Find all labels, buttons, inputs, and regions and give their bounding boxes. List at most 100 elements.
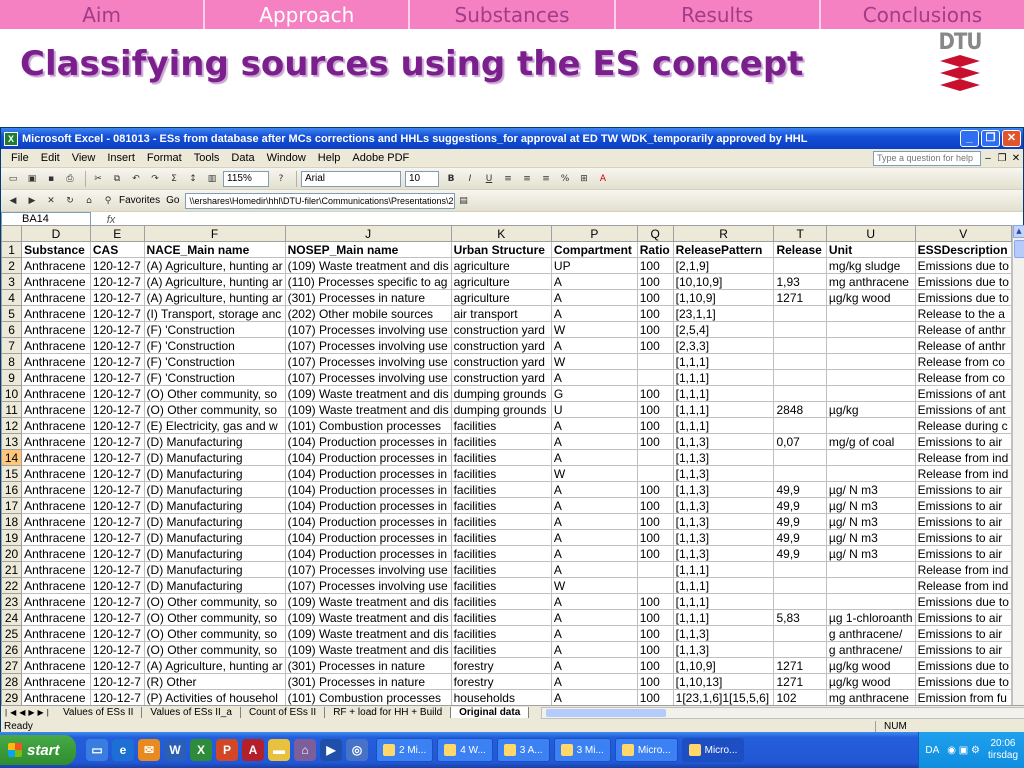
table-cell[interactable]: (A) Agriculture, hunting ar xyxy=(143,289,286,306)
table-cell[interactable]: 5,83 xyxy=(773,609,827,626)
table-cell[interactable]: 1271 xyxy=(773,673,827,690)
table-cell[interactable]: Anthracene xyxy=(21,593,91,610)
table-cell[interactable] xyxy=(825,593,916,610)
table-cell[interactable] xyxy=(773,369,827,386)
row-header[interactable]: 1 xyxy=(1,241,23,258)
table-cell[interactable]: Emissions due to xyxy=(914,593,1012,610)
table-cell[interactable]: Anthracene xyxy=(21,273,91,290)
clock[interactable]: 20:06 tirsdag xyxy=(988,738,1018,762)
table-cell[interactable] xyxy=(636,449,674,466)
sort-icon[interactable]: ↕ xyxy=(185,171,201,187)
table-cell[interactable]: [1,1,3] xyxy=(672,513,775,530)
header-cell[interactable]: Unit xyxy=(825,241,916,258)
table-cell[interactable]: facilities xyxy=(450,417,552,434)
table-cell[interactable]: facilities xyxy=(450,449,552,466)
row-header[interactable]: 6 xyxy=(1,321,23,338)
table-cell[interactable]: A xyxy=(550,497,638,514)
header-cell[interactable]: CAS xyxy=(89,241,145,258)
forward-icon[interactable]: ▶ xyxy=(24,193,40,209)
table-cell[interactable]: (O) Other community, so xyxy=(143,401,286,418)
table-cell[interactable] xyxy=(773,353,827,370)
table-cell[interactable]: G xyxy=(550,385,638,402)
row-header[interactable]: 28 xyxy=(1,673,23,690)
table-cell[interactable]: (109) Waste treatment and dis xyxy=(284,625,452,642)
sheet-tab[interactable]: Count of ESs II xyxy=(241,707,326,718)
table-cell[interactable]: Anthracene xyxy=(21,609,91,626)
table-cell[interactable]: facilities xyxy=(450,433,552,450)
sheet-tab[interactable]: Original data xyxy=(451,707,530,718)
table-cell[interactable]: Release from ind xyxy=(914,561,1012,578)
row-header[interactable]: 19 xyxy=(1,529,23,546)
table-cell[interactable]: 120-12-7 xyxy=(89,625,145,642)
table-cell[interactable]: (109) Waste treatment and dis xyxy=(284,257,452,274)
row-header[interactable]: 13 xyxy=(1,433,23,450)
table-cell[interactable]: (109) Waste treatment and dis xyxy=(284,593,452,610)
table-cell[interactable]: U xyxy=(550,401,638,418)
help-icon[interactable]: ? xyxy=(273,171,289,187)
table-cell[interactable]: Release from co xyxy=(914,353,1012,370)
table-cell[interactable]: Emissions to air xyxy=(914,609,1012,626)
table-cell[interactable]: 120-12-7 xyxy=(89,513,145,530)
header-cell[interactable]: Release xyxy=(773,241,827,258)
table-cell[interactable]: 100 xyxy=(636,433,674,450)
table-cell[interactable]: facilities xyxy=(450,497,552,514)
table-cell[interactable]: Anthracene xyxy=(21,481,91,498)
table-cell[interactable] xyxy=(773,449,827,466)
table-cell[interactable]: [2,3,3] xyxy=(672,337,775,354)
acrobat-icon[interactable]: A xyxy=(242,739,264,761)
table-cell[interactable]: (104) Production processes in xyxy=(284,465,452,482)
table-cell[interactable]: [1,1,3] xyxy=(672,465,775,482)
table-cell[interactable] xyxy=(636,465,674,482)
table-cell[interactable]: (109) Waste treatment and dis xyxy=(284,609,452,626)
table-cell[interactable]: (D) Manufacturing xyxy=(143,529,286,546)
header-cell[interactable]: Substance xyxy=(21,241,91,258)
table-cell[interactable] xyxy=(825,577,916,594)
table-cell[interactable]: µg/kg wood xyxy=(825,289,916,306)
header-cell[interactable]: ReleasePattern xyxy=(672,241,775,258)
media-player-icon[interactable]: ▶ xyxy=(320,739,342,761)
column-header-e[interactable]: E xyxy=(89,225,145,242)
table-cell[interactable]: 120-12-7 xyxy=(89,385,145,402)
table-cell[interactable]: Anthracene xyxy=(21,529,91,546)
sheet-nav-icons[interactable]: |◀◀▶▶| xyxy=(1,708,55,717)
table-cell[interactable]: A xyxy=(550,657,638,674)
menu-edit[interactable]: Edit xyxy=(35,152,66,164)
table-cell[interactable]: [1,1,3] xyxy=(672,449,775,466)
header-cell[interactable]: Urban Structure xyxy=(450,241,552,258)
taskbar-task-button[interactable]: 4 W... xyxy=(437,738,493,762)
table-cell[interactable]: 120-12-7 xyxy=(89,401,145,418)
row-header[interactable]: 26 xyxy=(1,641,23,658)
table-cell[interactable]: Emissions to air xyxy=(914,497,1012,514)
menu-format[interactable]: Format xyxy=(141,152,188,164)
table-cell[interactable]: [1,1,1] xyxy=(672,561,775,578)
table-cell[interactable]: [1,1,3] xyxy=(672,641,775,658)
table-cell[interactable]: facilities xyxy=(450,577,552,594)
table-cell[interactable]: Anthracene xyxy=(21,401,91,418)
taskbar-task-button[interactable]: 3 Mi... xyxy=(553,738,611,762)
table-cell[interactable]: Emissions to air xyxy=(914,641,1012,658)
align-center-icon[interactable]: ≡ xyxy=(519,171,535,187)
table-cell[interactable]: (F) 'Construction xyxy=(143,353,286,370)
table-cell[interactable]: g anthracene/ xyxy=(825,641,916,658)
table-cell[interactable]: (104) Production processes in xyxy=(284,545,452,562)
row-header[interactable]: 17 xyxy=(1,497,23,514)
row-header[interactable]: 21 xyxy=(1,561,23,578)
table-cell[interactable]: 120-12-7 xyxy=(89,465,145,482)
table-cell[interactable]: 100 xyxy=(636,273,674,290)
table-cell[interactable] xyxy=(825,353,916,370)
table-cell[interactable]: Anthracene xyxy=(21,369,91,386)
table-cell[interactable]: dumping grounds xyxy=(450,385,552,402)
table-cell[interactable]: [1,1,1] xyxy=(672,609,775,626)
table-cell[interactable]: (110) Processes specific to ag xyxy=(284,273,452,290)
table-cell[interactable]: [1,10,9] xyxy=(672,657,775,674)
table-cell[interactable] xyxy=(636,353,674,370)
show-desktop-icon[interactable]: ▭ xyxy=(86,739,108,761)
table-cell[interactable]: A xyxy=(550,273,638,290)
nav-results[interactable]: Results xyxy=(616,0,821,29)
table-cell[interactable] xyxy=(773,257,827,274)
table-cell[interactable]: Anthracene xyxy=(21,417,91,434)
table-cell[interactable]: Anthracene xyxy=(21,433,91,450)
table-cell[interactable]: [2,5,4] xyxy=(672,321,775,338)
table-cell[interactable]: facilities xyxy=(450,609,552,626)
table-cell[interactable]: (301) Processes in nature xyxy=(284,673,452,690)
